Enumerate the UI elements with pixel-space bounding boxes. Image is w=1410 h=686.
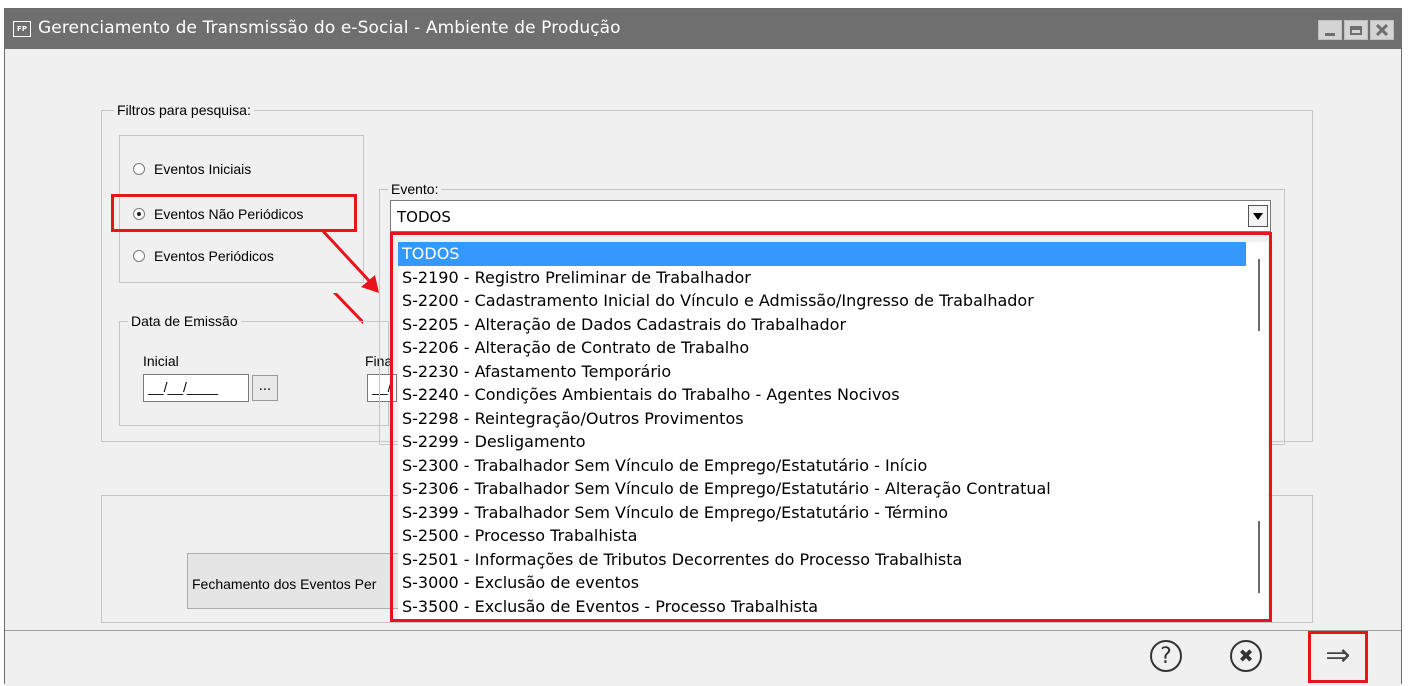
- arrow-line-icon: [321, 229, 379, 293]
- cancel-icon[interactable]: ✖: [1230, 640, 1262, 672]
- inicial-date-picker-button[interactable]: ...: [252, 375, 278, 401]
- evento-selected-value: TODOS: [397, 208, 451, 226]
- app-icon: FP: [13, 21, 31, 37]
- maximize-icon[interactable]: [1344, 20, 1368, 40]
- minimize-icon[interactable]: [1318, 20, 1342, 40]
- radio-eventos-periodicos[interactable]: Eventos Periódicos: [133, 248, 274, 264]
- fechamento-eventos-button[interactable]: Fechamento dos Eventos Per: [187, 553, 417, 609]
- help-icon[interactable]: ?: [1150, 640, 1182, 672]
- inicial-date-input[interactable]: __/__/____: [143, 374, 249, 402]
- radio-icon[interactable]: [133, 250, 145, 262]
- inicial-label: Inicial: [143, 353, 179, 369]
- close-icon[interactable]: [1370, 20, 1394, 40]
- evento-select[interactable]: TODOS: [390, 200, 1271, 232]
- chevron-down-icon[interactable]: [1248, 205, 1268, 227]
- evento-group-label: Evento:: [388, 181, 442, 197]
- window-title: Gerenciamento de Transmissão do e-Social…: [38, 18, 621, 38]
- radio-label: Eventos Periódicos: [154, 248, 274, 264]
- data-emissao-label: Data de Emissão: [128, 313, 241, 329]
- radio-label: Eventos Iniciais: [154, 161, 252, 177]
- highlight-dropdown-box: [390, 232, 1272, 622]
- filters-group-label: Filtros para pesquisa:: [114, 102, 254, 118]
- radio-eventos-iniciais[interactable]: Eventos Iniciais: [133, 161, 251, 177]
- highlight-next-button: [1308, 631, 1368, 683]
- main-window: FP Gerenciamento de Transmissão do e-Soc…: [4, 8, 1402, 686]
- highlight-radio-box: [111, 194, 357, 232]
- bottom-toolbar: ? ✖ ⇒: [5, 630, 1401, 686]
- title-bar[interactable]: FP Gerenciamento de Transmissão do e-Soc…: [5, 9, 1401, 49]
- radio-icon[interactable]: [133, 163, 145, 175]
